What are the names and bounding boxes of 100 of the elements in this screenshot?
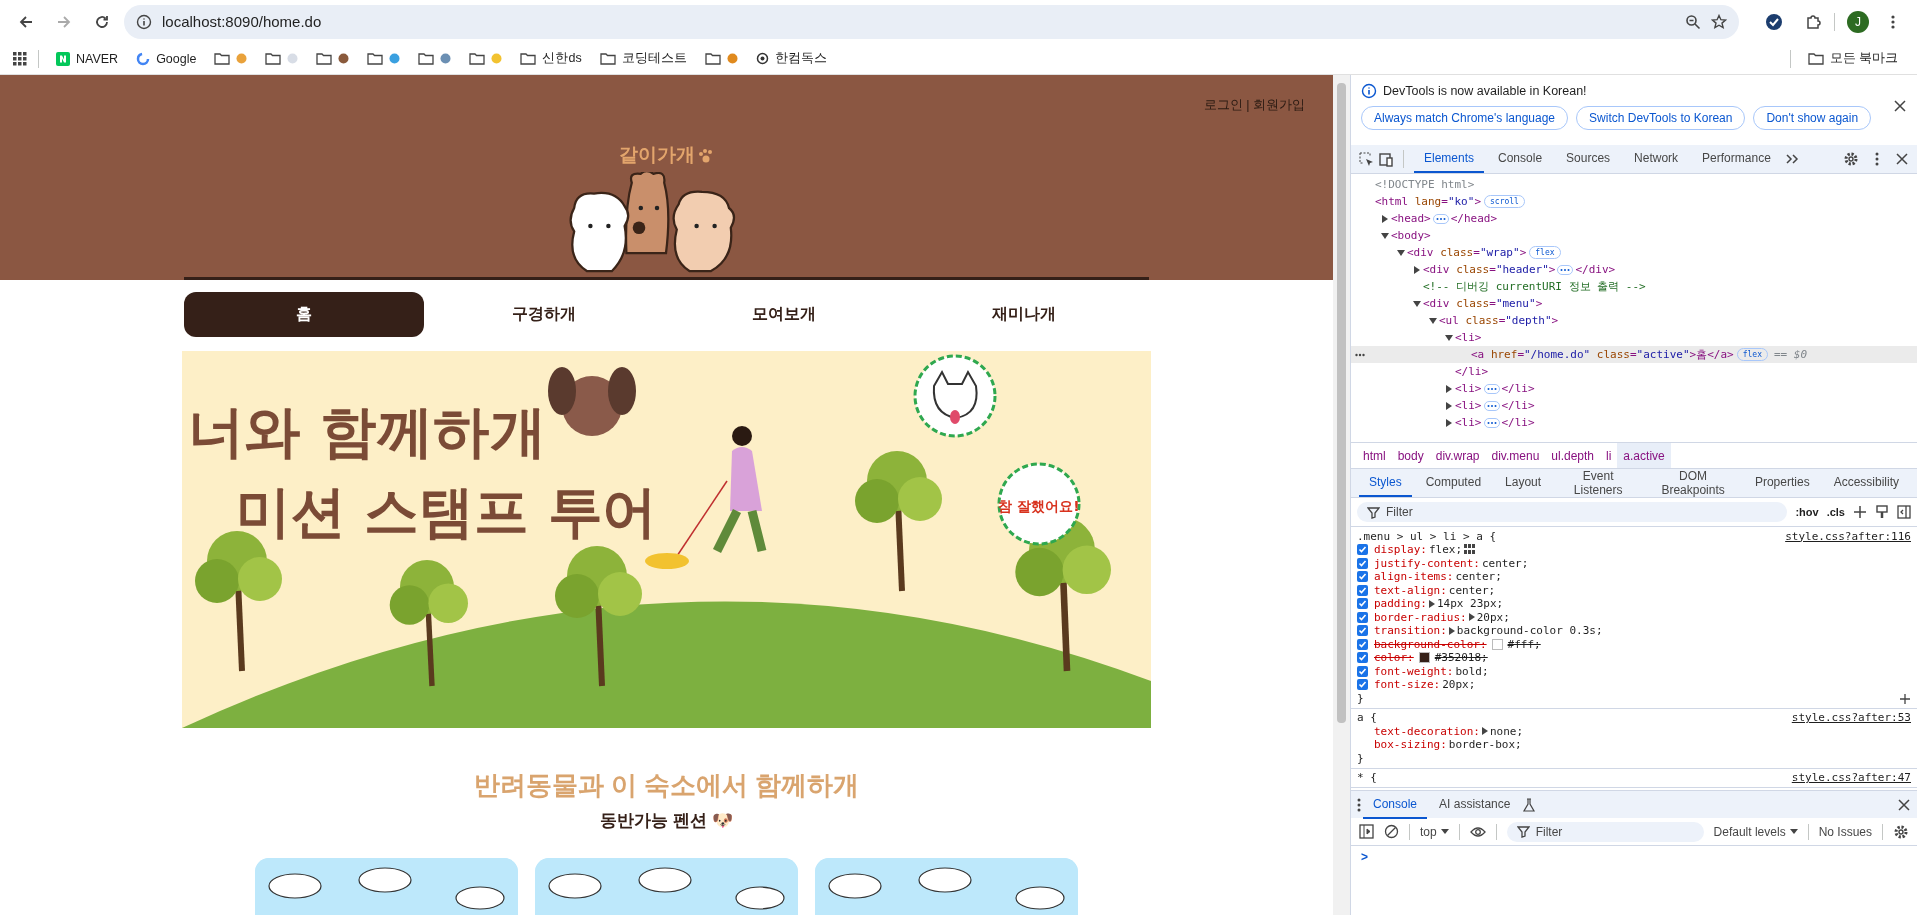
css-declaration[interactable]: align-items: center; xyxy=(1357,570,1911,584)
property-checkbox[interactable] xyxy=(1357,584,1368,596)
collapsed-triangle-icon[interactable] xyxy=(1445,401,1453,410)
property-checkbox[interactable] xyxy=(1357,679,1368,691)
property-checkbox[interactable] xyxy=(1357,665,1368,677)
collapsed-triangle-icon[interactable] xyxy=(1445,384,1453,393)
more-menu-icon[interactable] xyxy=(1357,796,1361,813)
css-declaration[interactable]: background-color: #fff; xyxy=(1357,637,1911,651)
breadcrumb[interactable]: body xyxy=(1391,443,1430,468)
property-checkbox[interactable] xyxy=(1357,598,1368,610)
property-checkbox[interactable] xyxy=(1357,652,1368,664)
css-declaration[interactable]: display: flex; xyxy=(1357,543,1911,557)
menu-tab[interactable]: 홈 xyxy=(184,292,424,337)
collapsed-triangle-icon[interactable] xyxy=(1413,265,1421,274)
source-link[interactable]: style.css?after:47 xyxy=(1791,771,1911,784)
clear-console-icon[interactable] xyxy=(1384,824,1399,839)
bookmark-item[interactable]: 한컴독스 xyxy=(748,47,834,70)
breadcrumb[interactable]: div.wrap xyxy=(1429,443,1486,468)
extension-check-icon[interactable] xyxy=(1765,12,1783,31)
add-rule-icon[interactable] xyxy=(1853,505,1867,519)
css-declaration[interactable]: transition: background-color 0.3s; xyxy=(1357,624,1911,638)
bookmark-star-icon[interactable] xyxy=(1711,13,1727,30)
css-declaration[interactable]: font-weight: bold; xyxy=(1357,664,1911,678)
dom-node[interactable]: <!DOCTYPE html> xyxy=(1351,176,1917,193)
close-icon[interactable] xyxy=(1895,152,1909,166)
css-declaration[interactable]: text-align: center; xyxy=(1357,583,1911,597)
issues-status[interactable]: No Issues xyxy=(1818,824,1872,839)
breadcrumb[interactable]: a.active xyxy=(1617,443,1671,468)
bookmark-item[interactable]: NAVER xyxy=(49,48,126,69)
property-checkbox[interactable] xyxy=(1357,571,1368,583)
all-bookmarks-folder[interactable]: 모든 북마크 xyxy=(1800,47,1905,70)
color-swatch[interactable] xyxy=(1418,652,1430,664)
css-declaration[interactable]: text-decoration: none; xyxy=(1357,724,1911,738)
styles-tab[interactable]: Event Listeners xyxy=(1555,469,1642,497)
reload-icon[interactable] xyxy=(94,13,110,30)
sidebar-toggle-icon[interactable] xyxy=(1897,505,1911,519)
notice-button[interactable]: Always match Chrome's language xyxy=(1361,106,1569,130)
expanded-triangle-icon[interactable] xyxy=(1429,316,1437,325)
collapsed-triangle-icon[interactable] xyxy=(1445,418,1453,427)
expanded-triangle-icon[interactable] xyxy=(1397,248,1405,257)
property-checkbox[interactable] xyxy=(1357,638,1368,650)
notice-button[interactable]: Switch DevTools to Korean xyxy=(1576,106,1746,130)
property-checkbox[interactable] xyxy=(1357,625,1368,637)
devtools-tab[interactable]: Sources xyxy=(1556,145,1621,173)
ellipsis-icon[interactable] xyxy=(1483,400,1500,411)
dom-node[interactable]: <div class="menu"> xyxy=(1351,295,1917,312)
css-declaration[interactable]: color: #352018; xyxy=(1357,651,1911,665)
dom-node[interactable]: <li> xyxy=(1351,329,1917,346)
notice-button[interactable]: Don't show again xyxy=(1753,106,1872,130)
breadcrumb[interactable]: li xyxy=(1600,443,1618,468)
expanded-triangle-icon[interactable] xyxy=(1413,299,1421,308)
property-checkbox[interactable] xyxy=(1357,544,1368,556)
ellipsis-icon[interactable] xyxy=(1432,213,1449,224)
bookmark-item[interactable]: Google xyxy=(129,48,204,69)
ellipsis-icon[interactable] xyxy=(1557,264,1574,275)
property-checkbox[interactable] xyxy=(1357,611,1368,623)
add-icon[interactable] xyxy=(1899,692,1911,705)
dom-node[interactable]: <html lang="ko"> scroll xyxy=(1351,193,1917,210)
property-checkbox[interactable] xyxy=(1357,557,1368,569)
inspect-element-icon[interactable] xyxy=(1359,151,1374,167)
expand-triangle-icon[interactable] xyxy=(1448,626,1455,635)
expanded-triangle-icon[interactable] xyxy=(1381,231,1389,240)
ellipsis-icon[interactable] xyxy=(1483,417,1500,428)
dom-node[interactable]: <head> </head> xyxy=(1351,210,1917,227)
puzzle-icon[interactable] xyxy=(1805,13,1822,30)
styles-tab[interactable]: DOM Breakpoints xyxy=(1645,469,1741,497)
back-icon[interactable] xyxy=(18,13,34,30)
console-prompt[interactable]: > xyxy=(1361,850,1368,864)
expand-triangle-icon[interactable] xyxy=(1429,599,1435,608)
dom-node[interactable]: <li> </li> xyxy=(1351,414,1917,431)
css-declaration[interactable]: border-radius: 20px; xyxy=(1357,610,1911,624)
collapsed-triangle-icon[interactable] xyxy=(1381,214,1389,223)
expanded-triangle-icon[interactable] xyxy=(1445,333,1453,342)
log-levels-dropdown[interactable]: Default levels xyxy=(1713,824,1798,839)
drawer-tab[interactable]: AI assistance xyxy=(1429,790,1521,819)
apps-grid-icon[interactable] xyxy=(12,50,28,67)
styles-tab[interactable]: Layout xyxy=(1495,469,1552,497)
css-declaration[interactable]: box-sizing: border-box; xyxy=(1357,738,1911,752)
expand-triangle-icon[interactable] xyxy=(1468,613,1475,622)
dom-node[interactable]: <li> </li> xyxy=(1351,397,1917,414)
css-declaration[interactable]: padding: 14px 23px; xyxy=(1357,597,1911,611)
source-link[interactable]: style.css?after:53 xyxy=(1791,711,1911,724)
hover-state-toggle[interactable]: :hov xyxy=(1795,506,1819,518)
devtools-tab[interactable]: Console xyxy=(1488,145,1553,173)
dom-node[interactable]: <a href="/home.do" class="active">홈</a> flex == $0 xyxy=(1351,346,1917,363)
context-dropdown[interactable]: top xyxy=(1420,824,1449,839)
breadcrumb[interactable]: div.menu xyxy=(1485,443,1546,468)
flexbox-editor-icon[interactable] xyxy=(1464,544,1477,556)
styles-tab[interactable]: Computed xyxy=(1415,469,1492,497)
more-menu-icon[interactable] xyxy=(1875,151,1879,167)
more-menu-icon[interactable] xyxy=(1891,13,1895,30)
sidebar-icon[interactable] xyxy=(1359,824,1374,839)
paint-brush-icon[interactable] xyxy=(1875,505,1889,519)
more-dots-icon[interactable] xyxy=(1355,352,1365,357)
close-icon[interactable] xyxy=(1897,797,1911,812)
breadcrumb[interactable]: ul.depth xyxy=(1545,443,1600,468)
styles-tab[interactable]: Styles xyxy=(1359,469,1412,497)
console-filter-field[interactable]: Filter xyxy=(1506,821,1704,842)
profile-avatar[interactable]: J xyxy=(1847,10,1869,33)
zoom-icon[interactable] xyxy=(1685,13,1701,30)
